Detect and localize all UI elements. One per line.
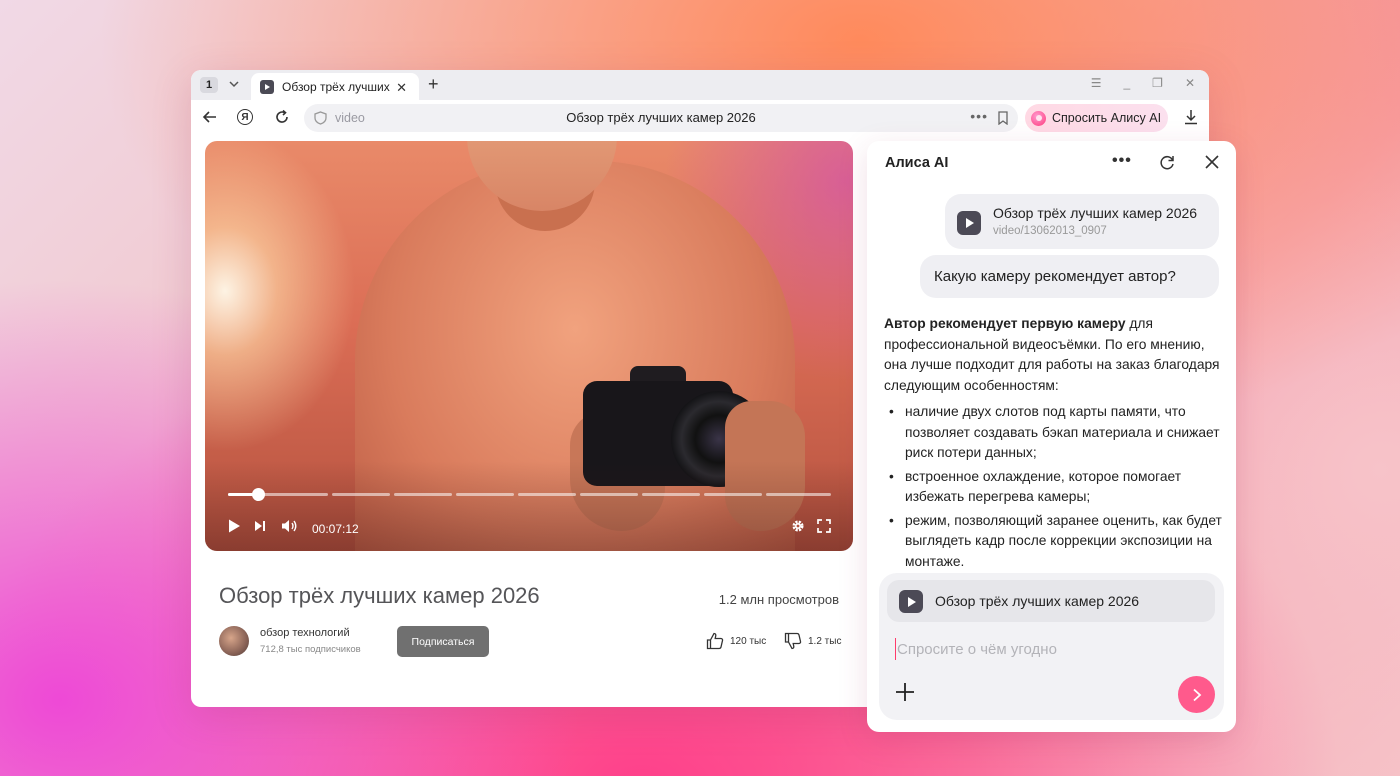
progress-segment: [518, 493, 576, 496]
progress-segment: [704, 493, 762, 496]
minimize-icon[interactable]: _: [1123, 76, 1130, 90]
play-icon[interactable]: [227, 518, 241, 539]
list-item: встроенное охлаждение, которое помогает …: [884, 467, 1224, 508]
panel-close-icon[interactable]: [1204, 154, 1220, 175]
thumbs-up-icon: [706, 632, 724, 650]
channel-subscribers: 712,8 тыс подписчиков: [260, 644, 361, 655]
download-icon[interactable]: [1184, 109, 1198, 130]
progress-segment: [642, 493, 700, 496]
ask-alice-label: Спросить Алису AI: [1052, 111, 1162, 125]
like-count: 120 тыс: [730, 635, 767, 647]
progress-segment: [332, 493, 390, 496]
video-play-icon: [260, 79, 274, 94]
alice-panel: Алиса AI ••• Обзор трёх лучших камер 202…: [867, 141, 1236, 732]
view-count: 1.2 млн просмотров: [718, 592, 839, 607]
fullscreen-icon[interactable]: [817, 519, 831, 538]
attached-video-bubble[interactable]: Обзор трёх лучших камер 2026 video/13062…: [945, 194, 1219, 249]
restore-icon[interactable]: ❐: [1152, 76, 1163, 90]
dislike-button[interactable]: 1.2 тыс: [784, 632, 841, 650]
tab-count-badge[interactable]: 1: [200, 77, 218, 93]
close-icon[interactable]: ✕: [396, 80, 407, 96]
progress-bar[interactable]: [228, 488, 831, 501]
back-arrow-icon[interactable]: [202, 109, 218, 130]
volume-icon[interactable]: [281, 518, 298, 539]
chevron-down-icon[interactable]: [227, 76, 241, 92]
dislike-count: 1.2 тыс: [808, 635, 842, 647]
answer-intro: Автор рекомендует первую камеру для проф…: [884, 314, 1224, 396]
progress-segment: [580, 493, 638, 496]
input-attachment-chip[interactable]: Обзор трёх лучших камер 2026: [887, 580, 1215, 622]
next-icon[interactable]: [254, 519, 266, 538]
list-item: режим, позволяющий заранее оценить, как …: [884, 511, 1224, 573]
url-field[interactable]: video Обзор трёх лучших камер 2026 •••: [304, 104, 1018, 132]
subscribe-button[interactable]: Подписаться: [397, 626, 489, 657]
progress-segment: [394, 493, 452, 496]
video-play-icon: [957, 211, 981, 235]
add-icon[interactable]: [895, 682, 915, 707]
progress-segment: [766, 493, 831, 496]
thumbs-down-icon: [784, 632, 802, 650]
bookmark-icon[interactable]: [997, 111, 1009, 130]
player-controls: 00:07:12: [227, 518, 359, 539]
menu-icon[interactable]: ☰: [1091, 76, 1102, 90]
attachment-path: video/13062013_0907: [993, 225, 1107, 237]
tab-video[interactable]: Обзор трёх лучших ✕: [251, 73, 419, 100]
video-title: Обзор трёх лучших камер 2026: [219, 583, 540, 608]
chevron-right-icon: [1192, 688, 1201, 701]
settings-gear-icon[interactable]: [791, 519, 805, 538]
url-page-title: Обзор трёх лучших камер 2026: [566, 110, 756, 125]
progress-segment: [456, 493, 514, 496]
tab-bar: 1 Обзор трёх лучших ✕ + ☰ _ ❐ ✕: [191, 70, 1209, 100]
ask-alice-button[interactable]: Спросить Алису AI: [1025, 104, 1168, 132]
channel-name[interactable]: обзор технологий: [260, 627, 350, 639]
tab-title: Обзор трёх лучших: [282, 79, 390, 94]
progress-handle[interactable]: [252, 488, 265, 501]
chat-input-area: Обзор трёх лучших камер 2026: [879, 573, 1224, 720]
attachment-title: Обзор трёх лучших камер 2026: [993, 205, 1198, 221]
send-button[interactable]: [1178, 676, 1215, 713]
more-icon[interactable]: •••: [970, 108, 988, 124]
chip-title: Обзор трёх лучших камер 2026: [935, 593, 1140, 609]
more-options-icon[interactable]: •••: [1112, 152, 1132, 170]
answer-list: наличие двух слотов под карты памяти, чт…: [884, 402, 1224, 572]
list-item: наличие двух слотов под карты памяти, чт…: [884, 402, 1224, 464]
address-bar: Я video Обзор трёх лучших камер 2026 •••…: [191, 100, 1209, 137]
assistant-answer: Автор рекомендует первую камеру для проф…: [884, 314, 1224, 575]
refresh-icon[interactable]: [1158, 154, 1176, 177]
user-question-bubble: Какую камеру рекомендует автор?: [920, 255, 1219, 298]
window-close-icon[interactable]: ✕: [1185, 76, 1195, 90]
new-tab-icon[interactable]: +: [428, 74, 439, 95]
alice-logo-icon: [1031, 110, 1046, 126]
yandex-logo-icon[interactable]: Я: [237, 109, 253, 125]
ask-input[interactable]: [895, 638, 1195, 660]
video-player[interactable]: 00:07:12: [205, 141, 853, 551]
current-time: 00:07:12: [312, 521, 359, 536]
window-controls: ☰ _ ❐ ✕: [1091, 76, 1195, 90]
channel-avatar[interactable]: [219, 626, 249, 656]
reload-icon[interactable]: [274, 109, 290, 130]
player-controls-right: [791, 519, 831, 538]
like-button[interactable]: 120 тыс: [706, 632, 766, 650]
answer-bold: Автор рекомендует первую камеру: [884, 316, 1126, 331]
panel-title: Алиса AI: [885, 155, 949, 171]
video-play-icon: [899, 590, 923, 613]
